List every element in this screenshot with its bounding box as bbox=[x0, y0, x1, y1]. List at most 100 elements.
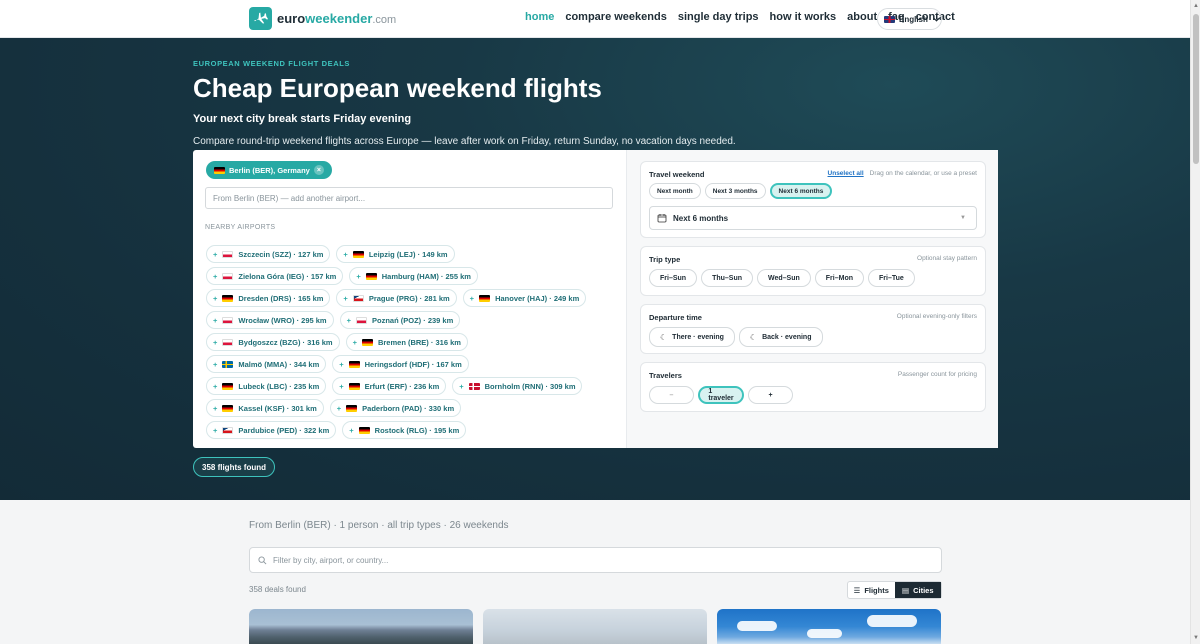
travel-weekend-hint: Unselect all Drag on the calendar, or use… bbox=[827, 170, 977, 177]
airport-chip-label: Lubeck (LBC) · 235 km bbox=[238, 381, 320, 391]
decrease-travelers-button[interactable]: – bbox=[649, 386, 694, 404]
close-icon[interactable]: × bbox=[313, 165, 324, 175]
nearby-airports-row: + Pardubice (PED) · 322 km + Rostock (RLG) … bbox=[206, 419, 621, 441]
nearby-airport-chip[interactable]: + Dresden (DRS) · 165 km bbox=[206, 289, 331, 307]
nearby-airports-row: + Malmö (MMA) · 344 km + Heringsdorf (HDF) … bbox=[206, 353, 621, 375]
country-flag-icon bbox=[348, 382, 360, 390]
departure-time-title: Departure time bbox=[649, 313, 702, 322]
country-flag-icon bbox=[222, 382, 234, 390]
back-evening-toggle[interactable]: ☾ Back · evening bbox=[738, 327, 823, 347]
view-cities-button[interactable]: ▤ Cities bbox=[894, 582, 941, 598]
scroll-up-icon[interactable]: ▲ bbox=[1193, 3, 1199, 9]
nearby-airport-chip[interactable]: + Szczecin (SZZ) · 127 km bbox=[206, 245, 331, 263]
airport-chip-label: Kassel (KSF) · 301 km bbox=[238, 403, 317, 413]
preset-next-month[interactable]: Next month bbox=[649, 183, 701, 199]
nearby-airports-row: + Zielona Góra (IEG) · 157 km + Hamburg (HA… bbox=[206, 265, 621, 287]
nearby-airport-chip[interactable]: + Hanover (HAJ) · 249 km bbox=[462, 289, 587, 307]
plus-icon: + bbox=[213, 425, 218, 435]
travelers-count: 1 traveler bbox=[698, 386, 744, 404]
weekend-presets: Next month Next 3 months Next 6 months bbox=[649, 183, 833, 199]
nav-single-day-trips[interactable]: single day trips bbox=[678, 11, 759, 23]
trip-thu-sun[interactable]: Thu–Sun bbox=[701, 269, 754, 287]
trip-type-options: Fri–Sun Thu–Sun Wed–Sun Fri–Mon Fri–Tue bbox=[649, 269, 915, 287]
nearby-airport-chip[interactable]: + Rostock (RLG) · 195 km bbox=[342, 421, 467, 439]
airport-search-input[interactable]: From Berlin (BER) — add another airport.… bbox=[205, 187, 613, 209]
preset-next-6-months[interactable]: Next 6 months bbox=[769, 183, 833, 199]
site-logo[interactable]: euroweekender.com bbox=[249, 7, 396, 30]
language-label: English bbox=[899, 14, 928, 24]
country-flag-icon bbox=[356, 316, 367, 324]
chevron-down-icon: ▼ bbox=[960, 215, 966, 221]
selected-origin-chip[interactable]: Berlin (BER), Germany × bbox=[206, 161, 332, 179]
weekend-range-select[interactable]: Next 6 months ▼ bbox=[649, 206, 977, 230]
airport-chip-label: Hamburg (HAM) · 255 km bbox=[381, 271, 471, 281]
nearby-airport-chip[interactable]: + Heringsdorf (HDF) · 167 km bbox=[332, 355, 469, 373]
nearby-airport-chip[interactable]: + Zielona Góra (IEG) · 157 km bbox=[206, 267, 344, 285]
nearby-airport-chip[interactable]: + Erfurt (ERF) · 236 km bbox=[332, 377, 447, 395]
nearby-airport-chip[interactable]: + Malmö (MMA) · 344 km bbox=[206, 355, 327, 373]
nearby-airport-chip[interactable]: + Poznań (POZ) · 239 km bbox=[339, 311, 461, 329]
nearby-airports-row: + Lubeck (LBC) · 235 km + Erfurt (ERF) · 23… bbox=[206, 375, 621, 397]
trip-fri-mon[interactable]: Fri–Mon bbox=[814, 269, 865, 287]
nearby-airport-chip[interactable]: + Kassel (KSF) · 301 km bbox=[206, 399, 324, 417]
plus-icon: + bbox=[213, 249, 218, 259]
nearby-airport-chip[interactable]: + Bremen (BRE) · 316 km bbox=[345, 333, 468, 351]
nearby-airport-chip[interactable]: + Leipzig (LEJ) · 149 km bbox=[336, 245, 455, 263]
nearby-airport-chip[interactable]: + Prague (PRG) · 281 km bbox=[336, 289, 457, 307]
nearby-airport-chip[interactable]: + Wrocław (WRO) · 295 km bbox=[206, 311, 334, 329]
there-evening-toggle[interactable]: ☾ There · evening bbox=[649, 327, 735, 347]
language-selector[interactable]: English bbox=[877, 8, 942, 30]
plus-icon: + bbox=[213, 315, 218, 325]
increase-travelers-button[interactable]: + bbox=[748, 386, 793, 404]
scroll-down-icon[interactable]: ▼ bbox=[1193, 635, 1199, 641]
country-flag-icon bbox=[222, 316, 234, 324]
filters-panel: Travel weekend Unselect all Drag on the c… bbox=[626, 150, 998, 448]
search-panel: Berlin (BER), Germany × From Berlin (BER… bbox=[193, 150, 998, 448]
trip-type-box: Trip type Optional stay pattern Fri–Sun … bbox=[640, 246, 986, 296]
weekend-range-value: Next 6 months bbox=[673, 213, 729, 223]
nav-compare-weekends[interactable]: compare weekends bbox=[565, 11, 667, 23]
top-navigation-bar: euroweekender.com home compare weekends … bbox=[0, 0, 1190, 38]
nav-how-it-works[interactable]: how it works bbox=[770, 11, 837, 23]
plus-icon: + bbox=[352, 337, 357, 347]
plus-icon: + bbox=[349, 425, 354, 435]
preset-next-3-months[interactable]: Next 3 months bbox=[704, 183, 766, 199]
page-scrollbar[interactable]: ▲ ▼ bbox=[1190, 0, 1200, 644]
deal-card-image[interactable] bbox=[717, 609, 941, 644]
deal-card-image[interactable] bbox=[483, 609, 707, 644]
trip-fri-sun[interactable]: Fri–Sun bbox=[649, 269, 698, 287]
airport-chip-label: Pardubice (PED) · 322 km bbox=[238, 425, 330, 435]
airport-chip-label: Poznań (POZ) · 239 km bbox=[372, 315, 454, 325]
nearby-airport-chip[interactable]: + Bydgoszcz (BZG) · 316 km bbox=[206, 333, 340, 351]
unselect-all-link[interactable]: Unselect all bbox=[828, 170, 864, 177]
destination-filter-input[interactable]: Filter by city, airport, or country... bbox=[249, 547, 942, 573]
trip-wed-sun[interactable]: Wed–Sun bbox=[757, 269, 811, 287]
results-summary: From Berlin (BER) · 1 person · all trip … bbox=[249, 520, 509, 531]
plus-icon: + bbox=[213, 271, 218, 281]
country-flag-icon bbox=[222, 426, 234, 434]
airport-chip-label: Wrocław (WRO) · 295 km bbox=[238, 315, 327, 325]
nearby-airport-chip[interactable]: + Lubeck (LBC) · 235 km bbox=[206, 377, 327, 395]
search-icon bbox=[258, 555, 267, 564]
airport-chip-label: Zielona Góra (IEG) · 157 km bbox=[238, 271, 337, 281]
nav-about[interactable]: about bbox=[847, 11, 877, 23]
country-flag-icon bbox=[352, 250, 364, 258]
nearby-airport-chip[interactable]: + Bornholm (RNN) · 309 km bbox=[452, 377, 583, 395]
departure-time-hint: Optional evening-only filters bbox=[896, 313, 977, 320]
airport-chip-label: Rostock (RLG) · 195 km bbox=[374, 425, 460, 435]
nearby-airport-chip[interactable]: + Paderborn (PAD) · 330 km bbox=[329, 399, 462, 417]
scroll-thumb[interactable] bbox=[1193, 14, 1199, 164]
plus-icon: + bbox=[339, 359, 344, 369]
nav-home[interactable]: home bbox=[525, 11, 554, 23]
hero-subtitle: Your next city break starts Friday eveni… bbox=[193, 113, 412, 125]
nearby-airport-chip[interactable]: + Pardubice (PED) · 322 km bbox=[206, 421, 337, 439]
hero-description: Compare round-trip weekend flights acros… bbox=[193, 136, 736, 147]
trip-fri-tue[interactable]: Fri–Tue bbox=[868, 269, 915, 287]
view-flights-button[interactable]: ☰ Flights bbox=[848, 582, 895, 598]
travelers-box: Travelers Passenger count for pricing – … bbox=[640, 362, 986, 412]
nearby-airports-row: + Kassel (KSF) · 301 km + Paderborn (PAD) ·… bbox=[206, 397, 621, 419]
airport-chip-label: Paderborn (PAD) · 330 km bbox=[362, 403, 455, 413]
moon-icon: ☾ bbox=[749, 332, 758, 342]
deal-card-image[interactable] bbox=[249, 609, 473, 644]
nearby-airport-chip[interactable]: + Hamburg (HAM) · 255 km bbox=[349, 267, 478, 285]
